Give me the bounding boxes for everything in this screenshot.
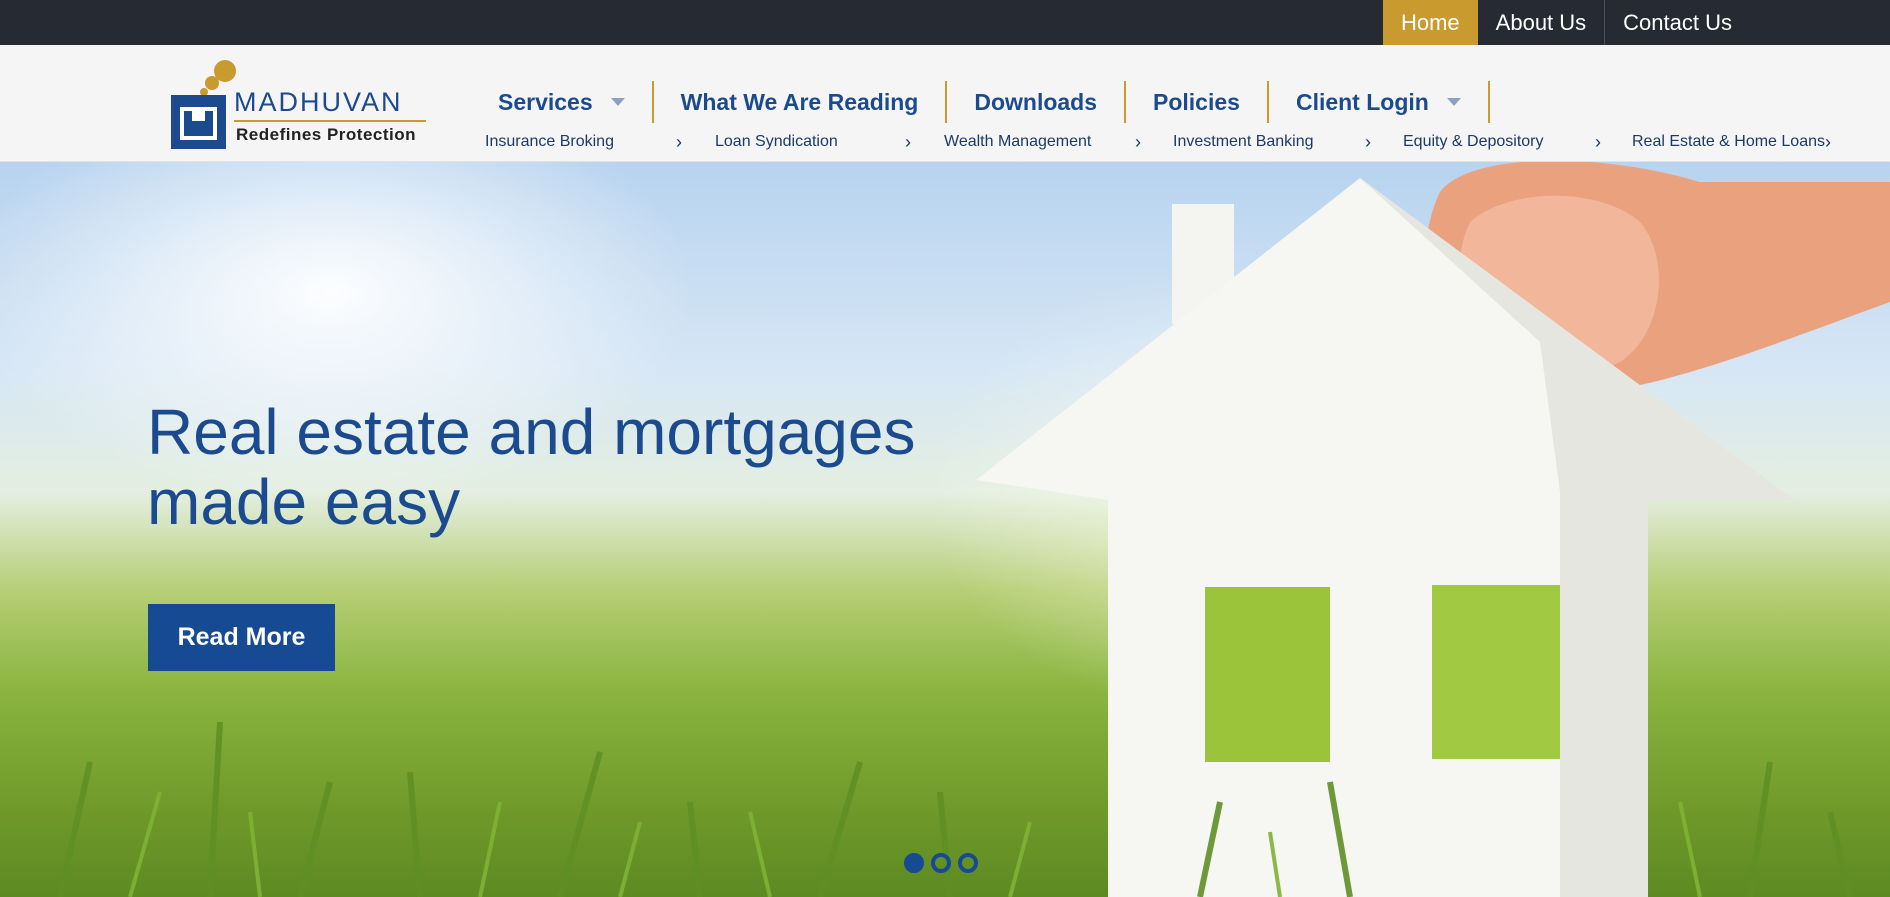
chevron-right-icon: › [1595, 131, 1601, 152]
read-more-button[interactable]: Read More [148, 604, 335, 671]
subnav-item-wealth-management[interactable]: Wealth Management [944, 127, 1091, 157]
hero-title-line-1: Real estate and mortgages [147, 396, 916, 468]
subnav-item-equity-depository[interactable]: Equity & Depository [1403, 127, 1544, 157]
top-link-about-us[interactable]: About Us [1478, 0, 1605, 45]
nav-item-downloads[interactable]: Downloads [947, 81, 1127, 123]
slide-dot-3[interactable] [958, 853, 978, 873]
nav-item-services[interactable]: Services [471, 81, 654, 123]
chevron-right-icon: › [1135, 131, 1141, 152]
slide-dot-2[interactable] [931, 853, 951, 873]
subnav-item-insurance-broking[interactable]: Insurance Broking [485, 127, 614, 157]
logo[interactable]: MADHUVAN Redefines Protection [168, 57, 430, 153]
top-link-home[interactable]: Home [1382, 0, 1478, 45]
nav-item-policies[interactable]: Policies [1126, 81, 1269, 123]
hero-title: Real estate and mortgages made easy [147, 397, 967, 537]
caret-down-icon [610, 98, 625, 106]
subnav-item-real-estate-home-loans[interactable]: Real Estate & Home Loans [1632, 127, 1825, 157]
services-subnav: Insurance Broking › Loan Syndication › W… [485, 127, 1835, 157]
top-links: Home About Us Contact Us [1382, 0, 1750, 45]
nav-item-label: Services [498, 88, 593, 115]
chevron-right-icon: › [1825, 131, 1831, 152]
logo-name: MADHUVAN [234, 87, 403, 117]
nav-item-what-we-are-reading[interactable]: What We Are Reading [654, 81, 948, 123]
slider-pagination [904, 853, 978, 873]
chevron-right-icon: › [676, 131, 682, 152]
caret-down-icon [1446, 98, 1461, 106]
subnav-item-loan-syndication[interactable]: Loan Syndication [715, 127, 838, 157]
nav-item-label: Policies [1153, 88, 1240, 115]
hero-slider: Real estate and mortgages made easy Read… [0, 162, 1890, 897]
site-header: MADHUVAN Redefines Protection Services W… [0, 45, 1890, 162]
nav-item-client-login[interactable]: Client Login [1269, 81, 1490, 123]
nav-item-label: Client Login [1295, 88, 1429, 115]
top-link-contact-us[interactable]: Contact Us [1604, 0, 1750, 45]
slide-dot-1[interactable] [904, 853, 924, 873]
subnav-item-investment-banking[interactable]: Investment Banking [1173, 127, 1314, 157]
chevron-right-icon: › [905, 131, 911, 152]
hero-title-line-2: made easy [147, 466, 461, 538]
logo-tagline: Redefines Protection [236, 125, 417, 144]
chevron-right-icon: › [1365, 131, 1371, 152]
top-utility-bar: Home About Us Contact Us [0, 0, 1890, 45]
main-nav: Services What We Are Reading Downloads P… [471, 81, 1490, 123]
nav-item-label: What We Are Reading [680, 88, 919, 115]
logo-divider [234, 120, 426, 122]
nav-item-label: Downloads [974, 88, 1098, 115]
